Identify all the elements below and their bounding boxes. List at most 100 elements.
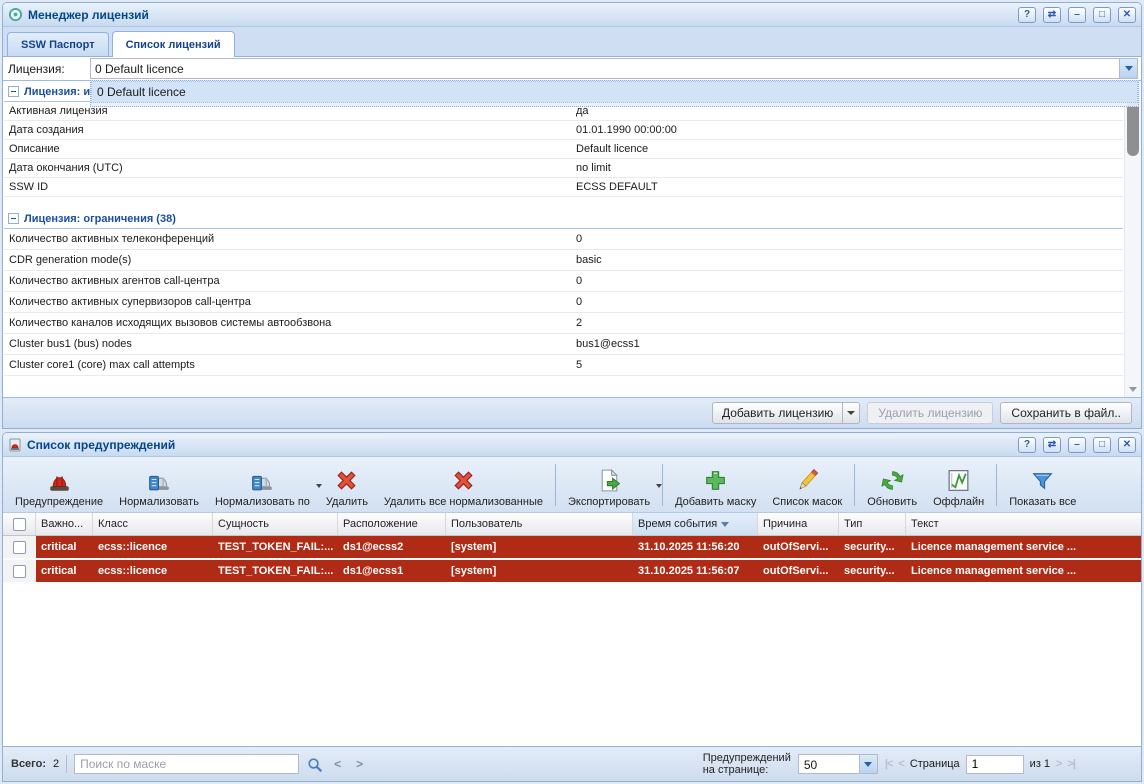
per-page-label: Предупреждений на странице: [703, 752, 791, 776]
help-button[interactable]: ? [1018, 7, 1036, 23]
per-page-select[interactable]: 50 [798, 754, 878, 774]
column-header-text[interactable]: Текст [906, 513, 1141, 535]
maximize-button[interactable]: □ [1093, 437, 1111, 453]
license-select-row: Лицензия: 0 Default licence [3, 57, 1141, 80]
property-row[interactable]: SSW IDECSS DEFAULT [4, 178, 1123, 197]
column-header-event-time[interactable]: Время события [633, 513, 758, 535]
license-combobox[interactable]: 0 Default licence [90, 58, 1138, 79]
select-all-checkbox[interactable] [13, 518, 26, 531]
delete-all-normalized-button[interactable]: Удалить все нормализованные [376, 460, 551, 510]
pencil-icon [794, 467, 821, 494]
property-value: 2 [576, 317, 1123, 329]
refresh-button[interactable]: Обновить [859, 460, 925, 510]
property-row[interactable]: Cluster core1 (core) max call attempts5 [4, 355, 1123, 376]
collapse-icon[interactable] [8, 213, 19, 224]
vertical-scrollbar[interactable] [1124, 81, 1141, 397]
property-row[interactable]: Количество активных телеконференций0 [4, 229, 1123, 250]
alarm-row[interactable]: critical ecss::licence TEST_TOKEN_FAIL:.… [3, 536, 1141, 560]
tab-ssw-passport[interactable]: SSW Паспорт [7, 32, 109, 56]
property-row[interactable]: Дата создания01.01.1990 00:00:00 [4, 121, 1123, 140]
page-number-input[interactable] [966, 755, 1024, 774]
property-label: Дата создания [4, 124, 576, 136]
group-header-limits[interactable]: Лицензия: ограничения (38) [4, 209, 1123, 229]
export-button[interactable]: Экспортировать [560, 460, 658, 510]
search-prev-button[interactable]: < [330, 757, 345, 771]
page-of-label: из 1 [1030, 758, 1050, 770]
help-button[interactable]: ? [1018, 437, 1036, 453]
mask-search-input[interactable] [74, 754, 299, 774]
cell-cause: outOfServi... [758, 536, 839, 558]
per-page-value: 50 [799, 755, 859, 773]
property-row[interactable]: ОписаниеDefault licence [4, 140, 1123, 159]
mask-list-button[interactable]: Список масок [764, 460, 850, 510]
cell-text: Licence management service ... [906, 536, 1141, 558]
refresh-window-button[interactable]: ⇄ [1043, 437, 1061, 453]
per-page-trigger[interactable] [859, 755, 877, 773]
minimize-button[interactable]: – [1068, 437, 1086, 453]
row-checkbox[interactable] [13, 541, 26, 554]
cell-text: Licence management service ... [906, 560, 1141, 582]
property-label: Cluster bus1 (bus) nodes [4, 338, 576, 350]
maximize-button[interactable]: □ [1093, 7, 1111, 23]
delete-alarm-button[interactable]: Удалить [318, 460, 376, 510]
chevron-down-icon [847, 411, 855, 415]
dropdown-item[interactable]: 0 Default licence [92, 82, 1137, 102]
search-next-button[interactable]: > [352, 757, 367, 771]
normalize-button[interactable]: Нормализовать [111, 460, 207, 510]
column-header-user[interactable]: Пользователь [446, 513, 633, 535]
property-label: CDR generation mode(s) [4, 254, 576, 266]
property-row[interactable]: Cluster bus1 (bus) nodesbus1@ecss1 [4, 334, 1123, 355]
offline-button[interactable]: Оффлайн [925, 460, 992, 510]
column-header-class[interactable]: Класс [93, 513, 213, 535]
license-property-grid: Лицензия: информация (6) Активная лиценз… [3, 80, 1141, 397]
add-license-button[interactable]: Добавить лицензию [712, 402, 860, 424]
property-label: Cluster core1 (core) max call attempts [4, 359, 576, 371]
alarm-toolbar: Предупреждение Нормализовать Нор [3, 457, 1141, 513]
cell-severity: critical [36, 560, 93, 582]
toolbar-separator [854, 464, 855, 506]
delete-all-normalized-label: Удалить все нормализованные [384, 496, 543, 508]
alarm-row[interactable]: critical ecss::licence TEST_TOKEN_FAIL:.… [3, 560, 1141, 584]
refresh-window-button[interactable]: ⇄ [1043, 7, 1061, 23]
page-label: Страница [910, 758, 960, 770]
property-row[interactable]: CDR generation mode(s)basic [4, 250, 1123, 271]
property-row[interactable]: Дата окончания (UTC)no limit [4, 159, 1123, 178]
license-window-titlebar[interactable]: Менеджер лицензий ? ⇄ – □ ✕ [3, 3, 1141, 27]
first-page-button: |< [885, 758, 893, 770]
cell-time: 31.10.2025 11:56:20 [633, 536, 758, 558]
combobox-trigger[interactable] [1119, 59, 1137, 78]
add-license-menu-trigger[interactable] [842, 403, 859, 423]
scrollbar-down-arrow-icon[interactable] [1129, 387, 1137, 392]
normalize-by-button[interactable]: Нормализовать по [207, 460, 318, 510]
row-checkbox[interactable] [13, 565, 26, 578]
cell-entity: TEST_TOKEN_FAIL:... [213, 536, 338, 558]
column-header-entity[interactable]: Сущность [213, 513, 338, 535]
search-icon[interactable] [306, 756, 323, 773]
show-all-button[interactable]: Показать все [1001, 460, 1084, 510]
refresh-icon [879, 467, 906, 494]
add-license-label: Добавить лицензию [713, 406, 842, 420]
close-button[interactable]: ✕ [1118, 437, 1136, 453]
toolbar-separator [555, 464, 556, 506]
close-button[interactable]: ✕ [1118, 7, 1136, 23]
save-to-file-button[interactable]: Сохранить в файл.. [1000, 402, 1132, 424]
alarm-window-titlebar[interactable]: Список предупреждений ? ⇄ – □ ✕ [3, 433, 1141, 457]
column-header-type[interactable]: Тип [839, 513, 906, 535]
license-manager-icon [8, 7, 23, 22]
column-header-cause[interactable]: Причина [758, 513, 839, 535]
column-header-location[interactable]: Расположение [338, 513, 446, 535]
property-label: Дата окончания (UTC) [4, 162, 576, 174]
property-row[interactable]: Количество активных супервизоров call-це… [4, 292, 1123, 313]
tab-license-list[interactable]: Список лицензий [112, 31, 235, 57]
total-value: 2 [53, 758, 59, 770]
add-mask-button-label: Добавить маску [675, 496, 756, 508]
minimize-button[interactable]: – [1068, 7, 1086, 23]
alarm-button[interactable]: Предупреждение [7, 460, 111, 510]
add-mask-button[interactable]: Добавить маску [667, 460, 764, 510]
toolbar-separator [662, 464, 663, 506]
property-row[interactable]: Количество каналов исходящих вызовов сис… [4, 313, 1123, 334]
property-row[interactable]: Количество активных агентов call-центра0 [4, 271, 1123, 292]
chevron-down-icon [864, 762, 872, 767]
column-header-severity[interactable]: Важно... [36, 513, 93, 535]
collapse-icon[interactable] [8, 86, 19, 97]
